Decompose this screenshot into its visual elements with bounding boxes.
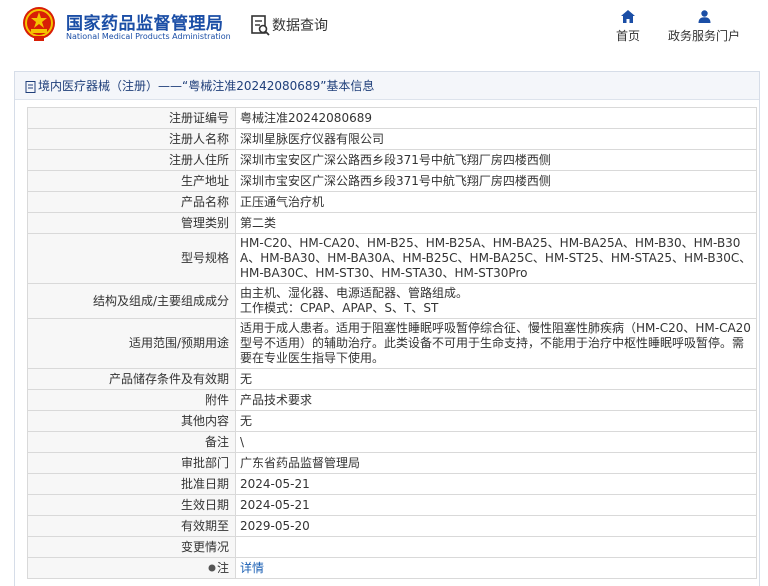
field-label: 管理类别 (27, 212, 236, 234)
table-row: 适用范围/预期用途 适用于成人患者。适用于阻塞性睡眠呼吸暂停综合征、慢性阻塞性肺… (27, 318, 757, 369)
data-query-label[interactable]: 数据查询 (272, 15, 328, 35)
details-link[interactable]: 详情 (240, 561, 264, 575)
field-label: 批准日期 (27, 473, 236, 495)
table-row: 生产地址 深圳市宝安区广深公路西乡段371号中航飞翔厂房四楼西侧 (27, 170, 757, 192)
table-row: 型号规格 HM-C20、HM-CA20、HM-B25、HM-B25A、HM-BA… (27, 233, 757, 284)
site-logo-title[interactable]: 国家药品监督管理局 (66, 9, 224, 34)
nav-home-label: 首页 (615, 29, 640, 43)
field-value: 无 (235, 368, 757, 390)
document-icon (25, 80, 36, 93)
table-row: 注册人名称 深圳星脉医疗仪器有限公司 (27, 128, 757, 150)
field-label: 适用范围/预期用途 (27, 318, 236, 369)
table-row: 批准日期 2024-05-21 (27, 473, 757, 495)
field-value: 2024-05-21 (235, 473, 757, 495)
field-label: 产品储存条件及有效期 (27, 368, 236, 390)
field-label: 备注 (27, 431, 236, 453)
field-label: 附件 (27, 389, 236, 411)
field-value: 粤械注准20242080689 (235, 107, 757, 129)
table-row: 注 详情 (27, 557, 757, 579)
breadcrumb: 境内医疗器械（注册）——“粤械注准20242080689”基本信息 (15, 72, 759, 100)
field-value: \ (235, 431, 757, 453)
field-value (235, 536, 757, 558)
field-label: 变更情况 (27, 536, 236, 558)
user-icon (698, 10, 710, 23)
field-value-line: 由主机、湿化器、电源适配器、管路组成。 (240, 286, 469, 300)
table-row: 备注 \ (27, 431, 757, 453)
field-value: 深圳市宝安区广深公路西乡段371号中航飞翔厂房四楼西侧 (235, 149, 757, 171)
detail-panel: 境内医疗器械（注册）——“粤械注准20242080689”基本信息 注册证编号 … (14, 71, 760, 586)
field-label: 审批部门 (27, 452, 236, 474)
field-label: 注册证编号 (27, 107, 236, 129)
field-value: 无 (235, 410, 757, 432)
table-row: 产品储存条件及有效期 无 (27, 368, 757, 390)
field-value: 深圳市宝安区广深公路西乡段371号中航飞翔厂房四楼西侧 (235, 170, 757, 192)
field-label: 生效日期 (27, 494, 236, 516)
table-row: 产品名称 正压通气治疗机 (27, 191, 757, 213)
field-value: 产品技术要求 (235, 389, 757, 411)
field-label: 其他内容 (27, 410, 236, 432)
table-row: 其他内容 无 (27, 410, 757, 432)
field-value: HM-C20、HM-CA20、HM-B25、HM-B25A、HM-BA25、HM… (235, 233, 757, 284)
field-label: 结构及组成/主要组成成分 (27, 283, 236, 319)
table-row: 管理类别 第二类 (27, 212, 757, 234)
site-header: 国家药品监督管理局 National Medical Products Admi… (0, 0, 768, 62)
field-label: 注册人名称 (27, 128, 236, 150)
table-row: 结构及组成/主要组成成分 由主机、湿化器、电源适配器、管路组成。 工作模式：CP… (27, 283, 757, 319)
nav-gov-service-portal[interactable]: 政务服务门户 (664, 10, 744, 44)
field-value-line: 工作模式：CPAP、APAP、S、T、ST (240, 301, 439, 315)
field-value: 正压通气治疗机 (235, 191, 757, 213)
field-value: 详情 (235, 557, 757, 579)
table-row: 变更情况 (27, 536, 757, 558)
field-label: 注 (27, 557, 236, 579)
national-emblem-icon (23, 7, 55, 41)
table-row: 附件 产品技术要求 (27, 389, 757, 411)
field-value: 由主机、湿化器、电源适配器、管路组成。 工作模式：CPAP、APAP、S、T、S… (235, 283, 757, 319)
table-row: 有效期至 2029-05-20 (27, 515, 757, 537)
table-row: 生效日期 2024-05-21 (27, 494, 757, 516)
breadcrumb-text: 境内医疗器械（注册）——“粤械注准20242080689”基本信息 (38, 79, 375, 93)
table-row: 审批部门 广东省药品监督管理局 (27, 452, 757, 474)
field-label: 有效期至 (27, 515, 236, 537)
field-value: 深圳星脉医疗仪器有限公司 (235, 128, 757, 150)
field-value: 第二类 (235, 212, 757, 234)
site-logo-subtitle: National Medical Products Administration (66, 32, 231, 41)
registration-info-table: 注册证编号 粤械注准20242080689 注册人名称 深圳星脉医疗仪器有限公司… (27, 107, 757, 579)
field-label: 注册人住所 (27, 149, 236, 171)
field-value: 2029-05-20 (235, 515, 757, 537)
info-dot-icon (208, 564, 216, 572)
field-label-text: 注 (216, 560, 229, 575)
table-row: 注册人住所 深圳市宝安区广深公路西乡段371号中航飞翔厂房四楼西侧 (27, 149, 757, 171)
field-value: 广东省药品监督管理局 (235, 452, 757, 474)
table-row: 注册证编号 粤械注准20242080689 (27, 107, 757, 129)
field-label: 型号规格 (27, 233, 236, 284)
nav-gov-label: 政务服务门户 (667, 29, 740, 43)
nav-home[interactable]: 首页 (612, 10, 644, 44)
field-value: 2024-05-21 (235, 494, 757, 516)
data-query-icon (251, 15, 270, 36)
field-value: 适用于成人患者。适用于阻塞性睡眠呼吸暂停综合征、慢性阻塞性肺疾病（HM-C20、… (235, 318, 757, 369)
field-label: 生产地址 (27, 170, 236, 192)
field-label: 产品名称 (27, 191, 236, 213)
home-icon (621, 10, 635, 23)
